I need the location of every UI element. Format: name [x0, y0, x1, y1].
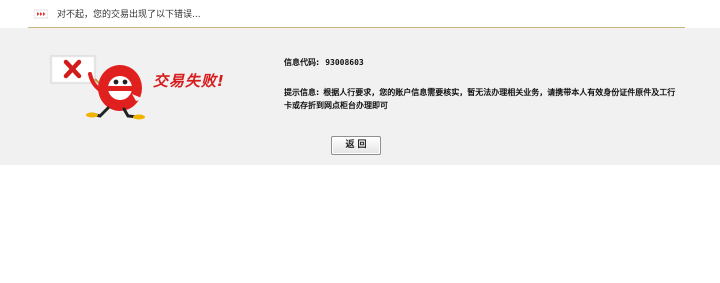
- info-code-line: 信息代码: 93008603: [284, 57, 364, 68]
- header-bar: 对不起，您的交易出现了以下错误...: [0, 0, 720, 28]
- tip-label: 提示信息:: [284, 88, 320, 97]
- tip-line-1: 提示信息: 根据人行要求，您的账户信息需要核实，暂无法办理相关业务，请携带本人有效…: [284, 86, 720, 99]
- error-x-sign-icon: [49, 54, 105, 89]
- transaction-failed-title: 交易失败!: [153, 72, 225, 90]
- info-code-label: 信息代码:: [284, 58, 320, 67]
- tip-message: 提示信息: 根据人行要求，您的账户信息需要核实，暂无法办理相关业务，请携带本人有效…: [284, 86, 720, 112]
- tip-text-1: 根据人行要求，您的账户信息需要核实，暂无法办理相关业务，请携带本人有效身份证件原…: [323, 88, 676, 97]
- back-button[interactable]: 返回: [331, 136, 381, 155]
- arrow-indicator-icon: [34, 9, 48, 19]
- tip-text-2: 卡或存折到网点柜台办理即可: [284, 101, 388, 110]
- info-code-value: 93008603: [325, 58, 364, 67]
- header-message: 对不起，您的交易出现了以下错误...: [57, 10, 201, 20]
- header-divider: [28, 27, 685, 28]
